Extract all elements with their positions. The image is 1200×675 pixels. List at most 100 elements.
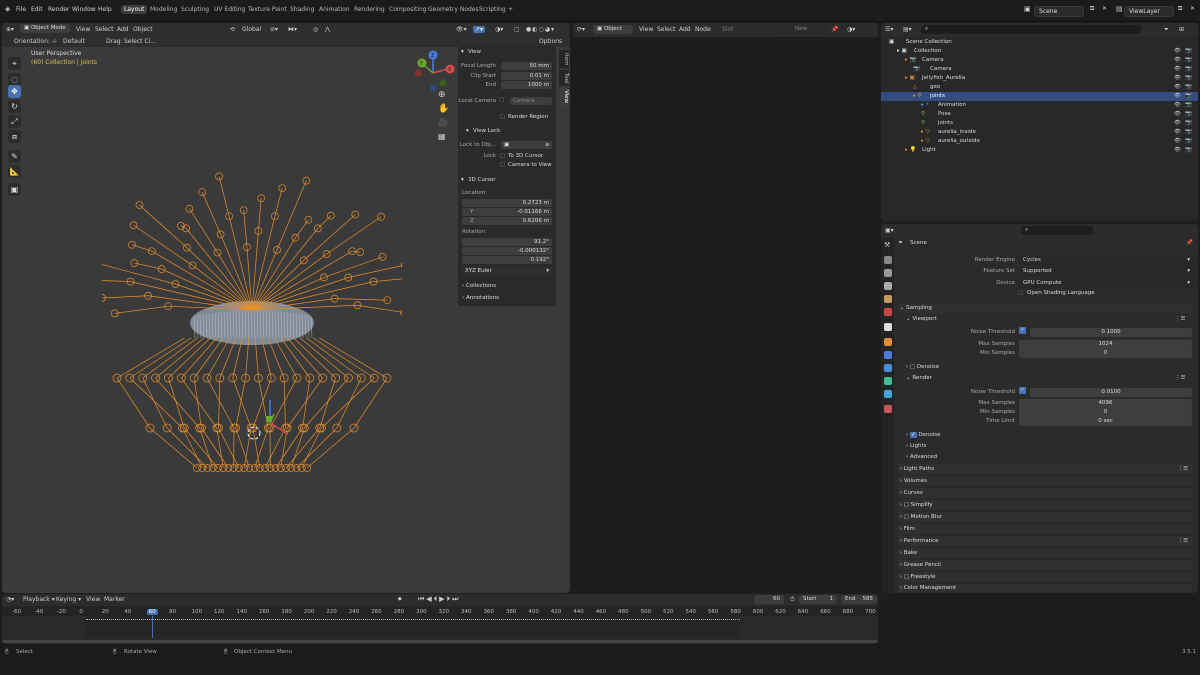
rotation-mode-dropdown[interactable]: XYZ Euler ▾ xyxy=(462,267,552,275)
color-management-panel[interactable]: › Color Management xyxy=(898,584,1192,592)
render-region-checkbox[interactable]: ▢ xyxy=(500,114,505,120)
rotation-x-field[interactable]: 91.2° xyxy=(462,238,552,246)
move-tool-icon[interactable]: ✥ xyxy=(8,85,21,98)
tab-item[interactable]: Item xyxy=(559,50,569,68)
options-menu[interactable]: Options xyxy=(539,38,562,45)
visibility-eye-icon[interactable]: 👁 xyxy=(1174,84,1181,90)
visibility-eye-icon[interactable]: 👁 xyxy=(1174,57,1181,63)
display-mode-icon[interactable]: ▤▾ xyxy=(903,26,912,33)
particles-tab-icon[interactable] xyxy=(884,364,892,372)
vp-noise-threshold-field[interactable]: 0.1000 xyxy=(1030,328,1192,337)
menu-select[interactable]: Select xyxy=(95,26,114,33)
shader-editor-type-icon[interactable]: ⟳▾ xyxy=(577,26,585,33)
node-overlay-icon[interactable]: ◑▾ xyxy=(847,26,855,33)
view-layer-selector[interactable]: ViewLayer xyxy=(1124,6,1174,17)
rotation-z-field[interactable]: 0.192° xyxy=(462,256,552,264)
outliner-row[interactable]: ▸ 📷 Camera 👁 📷 xyxy=(881,56,1198,65)
render-camera-icon[interactable]: 📷 xyxy=(1185,57,1192,63)
visibility-eye-icon[interactable]: 👁 xyxy=(1174,93,1181,99)
pan-hand-icon[interactable]: ✋ xyxy=(438,104,449,114)
tab-layout[interactable]: Layout xyxy=(121,5,148,14)
scene-icon[interactable]: ▣ xyxy=(1024,5,1031,13)
properties-type-icon[interactable]: ▣▾ xyxy=(885,227,894,234)
transform-orientation-icon[interactable]: ⟲ xyxy=(230,26,235,33)
film-panel[interactable]: › Film xyxy=(898,524,1192,534)
menu-object[interactable]: Object xyxy=(133,26,153,33)
curves-panel[interactable]: › Curves xyxy=(898,488,1192,498)
visibility-eye-icon[interactable]: 👁 xyxy=(1174,111,1181,117)
visibility-eye-icon[interactable]: 👁 xyxy=(1174,102,1181,108)
tab-uv-editing[interactable]: UV Editing xyxy=(211,5,248,14)
timeline-menu-playback[interactable]: Playback ▾ xyxy=(23,596,55,603)
shading-modes-icon[interactable]: ●◐○◕▾ xyxy=(526,26,555,33)
view-layer-tab-icon[interactable] xyxy=(884,282,892,290)
render-camera-icon[interactable]: 📷 xyxy=(1185,66,1192,72)
render-camera-icon[interactable]: 📷 xyxy=(1185,75,1192,81)
tab-sculpting[interactable]: Sculpting xyxy=(178,5,212,14)
transform-orientation[interactable]: Global xyxy=(242,26,261,33)
timeline-menu-marker[interactable]: Marker xyxy=(104,596,125,603)
add-workspace-button[interactable]: + xyxy=(505,5,516,14)
tab-view[interactable]: View xyxy=(559,88,569,106)
outliner-row[interactable]: ▸ ▽ aurelia_outside 👁 📷 xyxy=(881,137,1198,146)
vp-noise-threshold-checkbox[interactable]: ✓ xyxy=(1019,327,1026,334)
camera-to-view-checkbox[interactable]: ▢ xyxy=(500,162,505,168)
grease-pencil-panel[interactable]: › Grease Pencil xyxy=(898,560,1192,570)
properties-search-input[interactable]: ⌕ xyxy=(1021,226,1093,235)
object-tab-icon[interactable] xyxy=(884,338,892,346)
tab-animation[interactable]: Animation xyxy=(316,5,353,14)
modifier-tab-icon[interactable] xyxy=(884,351,892,359)
visibility-eye-icon[interactable]: 👁 xyxy=(1174,129,1181,135)
clip-end-field[interactable]: 1000 m xyxy=(501,81,552,89)
time-limit-field[interactable]: 0 sec xyxy=(1019,417,1192,426)
add-cube-tool-icon[interactable]: ▣ xyxy=(8,183,21,196)
render-camera-icon[interactable]: 📷 xyxy=(1185,120,1192,126)
simplify-panel[interactable]: › ▢ Simplify xyxy=(898,500,1192,510)
filter-icon[interactable]: ⏷ xyxy=(1164,26,1169,34)
zoom-icon[interactable]: ⊕ xyxy=(438,90,446,100)
falloff-icon[interactable]: ⋀ xyxy=(325,26,330,33)
scale-tool-icon[interactable]: ⤢ xyxy=(8,115,21,128)
outliner-search-input[interactable]: ⌕ xyxy=(921,25,1141,34)
render-camera-icon[interactable]: 📷 xyxy=(1185,147,1192,153)
node-menu-node[interactable]: Node xyxy=(695,26,711,33)
viewport-presets-icon[interactable]: ⋮☰ xyxy=(1175,314,1185,324)
lock-to-object-field[interactable]: ▣ ⌀ xyxy=(501,141,552,149)
light-paths-panel[interactable]: › Light Paths ⋮☰ xyxy=(898,464,1192,474)
outliner-row[interactable]: ▸ ▽ aurelia_inside 👁 📷 xyxy=(881,128,1198,137)
bake-panel[interactable]: › Bake xyxy=(898,548,1192,558)
menu-view[interactable]: View xyxy=(76,26,90,33)
outliner-row[interactable]: ⚲ Pose 👁 📷 xyxy=(881,110,1198,119)
world-tab-icon[interactable] xyxy=(884,308,892,316)
tweak-tool-icon[interactable]: ⌖ xyxy=(8,57,21,70)
tab-modeling[interactable]: Modeling xyxy=(147,5,180,14)
orientation-selector-icon[interactable]: ⊹ xyxy=(52,38,57,45)
tab-geometry-nodes[interactable]: Geometry Nodes xyxy=(425,5,482,14)
menu-edit[interactable]: Edit xyxy=(31,6,43,13)
render-camera-icon[interactable]: 📷 xyxy=(1185,48,1192,54)
view-layer-icon[interactable]: ▤ xyxy=(1116,5,1123,13)
camera-view-icon[interactable]: 🎥 xyxy=(438,118,448,127)
playback-controls-icon[interactable]: ⏮◀⏴▶⏵⏭ xyxy=(418,595,460,604)
menu-render[interactable]: Render xyxy=(48,6,69,13)
render-engine-dropdown[interactable]: Cycles ▾ xyxy=(1019,256,1193,265)
to-3d-cursor-checkbox[interactable]: ▢ xyxy=(500,153,505,159)
freestyle-panel[interactable]: › ▢ Freestyle xyxy=(898,572,1192,582)
render-camera-icon[interactable]: 📷 xyxy=(1185,102,1192,108)
proportional-edit-icon[interactable]: ◎ xyxy=(313,26,318,33)
rotate-tool-icon[interactable]: ↻ xyxy=(8,100,21,113)
visibility-eye-icon[interactable]: 👁 xyxy=(1174,147,1181,153)
tab-rendering[interactable]: Rendering xyxy=(351,5,388,14)
new-view-layer-icon[interactable]: ⧉ xyxy=(1178,5,1182,13)
drag-selector[interactable]: Select Ci... xyxy=(124,38,156,45)
delete-scene-icon[interactable]: ✕ xyxy=(1102,5,1107,12)
timeline-scrollbar[interactable] xyxy=(2,640,878,643)
timeline-menu-view[interactable]: View xyxy=(86,596,100,603)
menu-help[interactable]: Help xyxy=(98,6,112,13)
annotate-tool-icon[interactable]: ✎ xyxy=(8,150,21,163)
view-panel-title[interactable]: View xyxy=(468,49,481,55)
tab-compositing[interactable]: Compositing xyxy=(386,5,430,14)
outliner-row[interactable]: ⚲ joints 👁 📷 xyxy=(881,119,1198,128)
3d-cursor-title[interactable]: 3D Cursor xyxy=(468,177,496,183)
visibility-eye-icon[interactable]: 👁 xyxy=(1174,48,1181,54)
